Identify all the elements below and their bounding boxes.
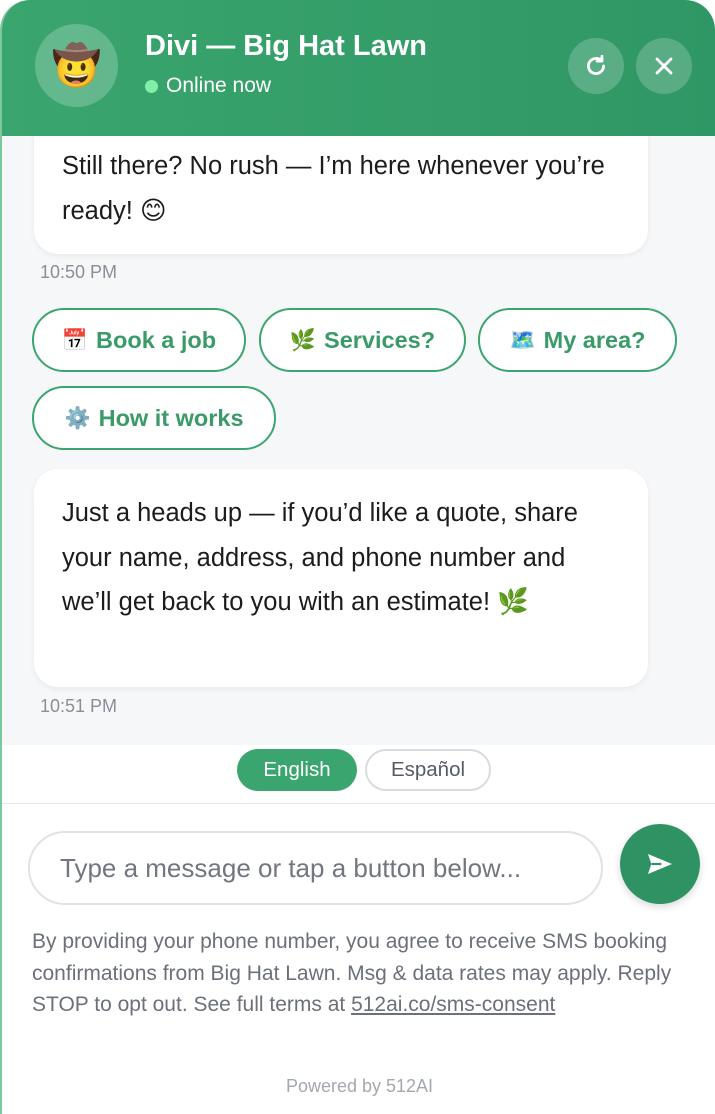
quick-reply-label: My area?	[543, 326, 646, 353]
powered-by: Powered by 512AI	[285, 1076, 434, 1096]
send-button[interactable]	[620, 824, 700, 904]
quick-reply-my-area[interactable]: 🗺️ My area?	[478, 308, 677, 372]
message-timestamp: 10:51 PM	[40, 696, 118, 716]
language-switcher: English Español	[2, 745, 715, 804]
close-icon	[655, 57, 673, 75]
chat-widget: 🤠 Divi — Big Hat Lawn Online now Still t…	[0, 0, 715, 1114]
online-status: Online now	[145, 74, 271, 98]
message-input[interactable]	[28, 831, 603, 905]
message-timestamp: 10:50 PM	[40, 262, 118, 282]
quick-reply-book-a-job[interactable]: 📅 Book a job	[32, 308, 246, 372]
bot-name: Divi — Big Hat Lawn	[145, 30, 427, 62]
refresh-button[interactable]	[568, 38, 624, 94]
close-button[interactable]	[636, 38, 692, 94]
sms-consent-notice: By providing your phone number, you agre…	[32, 926, 682, 1021]
quick-reply-how-it-works[interactable]: ⚙️ How it works	[32, 386, 276, 450]
refresh-icon	[587, 54, 605, 75]
quick-reply-label: Services?	[324, 326, 436, 353]
language-english-button[interactable]: English	[237, 749, 357, 791]
bot-message: Still there? No rush — I’m here whenever…	[34, 136, 648, 254]
status-dot-icon	[145, 79, 158, 93]
composer-area: By providing your phone number, you agre…	[2, 804, 715, 1114]
language-spanish-button[interactable]: Español	[365, 749, 491, 791]
chat-header: 🤠 Divi — Big Hat Lawn Online now	[2, 0, 715, 136]
herb-icon: 🌿	[289, 327, 317, 352]
sms-consent-link[interactable]: 512ai.co/sms-consent	[351, 993, 555, 1016]
quick-reply-label: How it works	[98, 404, 244, 431]
bot-message: Just a heads up — if you’d like a quote,…	[34, 469, 648, 687]
send-icon	[648, 854, 672, 874]
quick-reply-services[interactable]: 🌿 Services?	[259, 308, 466, 372]
message-list[interactable]: Still there? No rush — I’m here whenever…	[2, 136, 715, 745]
map-icon: 🗺️	[509, 327, 536, 352]
quick-reply-label: Book a job	[96, 326, 217, 353]
calendar-icon: 📅	[61, 327, 89, 352]
bot-avatar: 🤠	[35, 24, 118, 107]
status-label: Online now	[166, 74, 272, 97]
gear-icon: ⚙️	[64, 405, 91, 430]
